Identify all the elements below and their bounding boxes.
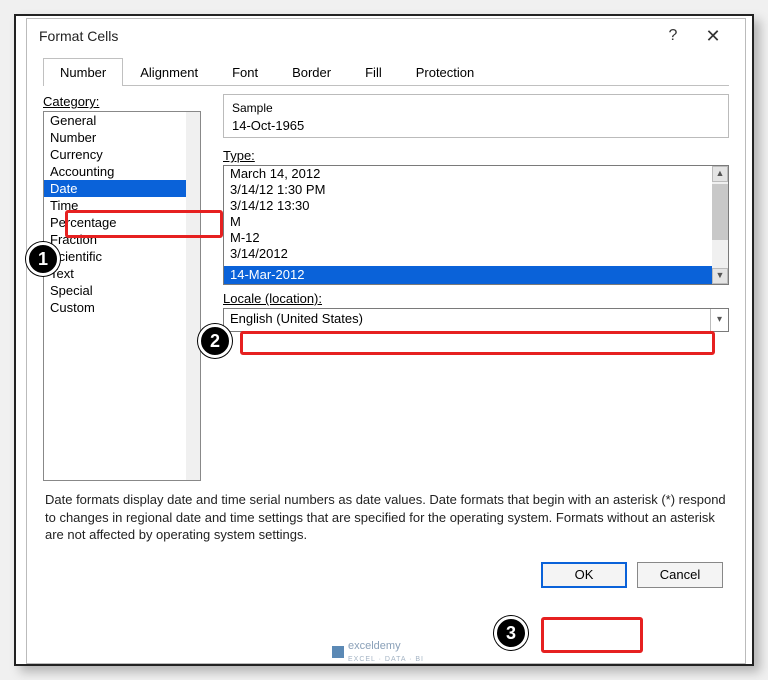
category-item-fraction[interactable]: Fraction — [44, 231, 200, 248]
category-item-percentage[interactable]: Percentage — [44, 214, 200, 231]
callout-badge-1: 1 — [26, 242, 60, 276]
callout-badge-3: 3 — [494, 616, 528, 650]
category-item-text[interactable]: Text — [44, 265, 200, 282]
scroll-down-icon[interactable]: ▼ — [712, 268, 728, 284]
close-button[interactable]: ✕ — [693, 26, 733, 47]
category-item-custom[interactable]: Custom — [44, 299, 200, 316]
watermark: exceldemy EXCEL · DATA · BI — [332, 640, 424, 664]
sample-group: Sample 14-Oct-1965 — [223, 94, 729, 138]
cancel-button[interactable]: Cancel — [637, 562, 723, 588]
category-item-date[interactable]: Date — [44, 180, 200, 197]
category-item-special[interactable]: Special — [44, 282, 200, 299]
scroll-up-icon[interactable]: ▲ — [712, 166, 728, 182]
titlebar: Format Cells ? ✕ — [27, 19, 745, 53]
type-item[interactable]: March 14, 2012 — [224, 166, 728, 182]
callout-badge-2: 2 — [198, 324, 232, 358]
tab-number[interactable]: Number — [43, 58, 123, 86]
tab-strip: Number Alignment Font Border Fill Protec… — [43, 57, 729, 86]
watermark-sub: EXCEL · DATA · BI — [348, 656, 424, 663]
category-item-scientific[interactable]: Scientific — [44, 248, 200, 265]
type-scrollbar[interactable]: ▲ ▼ — [712, 166, 728, 284]
category-item-general[interactable]: General — [44, 112, 200, 129]
category-item-accounting[interactable]: Accounting — [44, 163, 200, 180]
tab-alignment[interactable]: Alignment — [123, 58, 215, 86]
description-text: Date formats display date and time seria… — [43, 481, 729, 562]
type-item-selected[interactable]: 14-Mar-2012 — [224, 266, 712, 284]
watermark-icon — [332, 646, 344, 658]
tab-fill[interactable]: Fill — [348, 58, 399, 86]
help-button[interactable]: ? — [653, 27, 693, 45]
type-item[interactable]: M — [224, 214, 728, 230]
type-item[interactable]: M-12 — [224, 230, 728, 246]
type-label: Type: — [223, 148, 729, 163]
category-scrollbar[interactable] — [186, 112, 200, 480]
ok-button[interactable]: OK — [541, 562, 627, 588]
category-label: Category: — [43, 94, 211, 109]
category-item-number[interactable]: Number — [44, 129, 200, 146]
locale-select[interactable]: English (United States) ▾ — [223, 308, 729, 332]
locale-value: English (United States) — [230, 311, 363, 326]
watermark-name: exceldemy — [348, 640, 401, 652]
type-item[interactable]: 3/14/12 1:30 PM — [224, 182, 728, 198]
dialog-title: Format Cells — [39, 28, 118, 44]
category-item-currency[interactable]: Currency — [44, 146, 200, 163]
category-item-time[interactable]: Time — [44, 197, 200, 214]
format-cells-dialog: Format Cells ? ✕ Number Alignment Font B… — [26, 18, 746, 664]
sample-value: 14-Oct-1965 — [232, 118, 720, 133]
tab-font[interactable]: Font — [215, 58, 275, 86]
type-item[interactable]: 3/14/2012 — [224, 246, 728, 262]
locale-label: Locale (location): — [223, 291, 729, 306]
chevron-down-icon[interactable]: ▾ — [710, 309, 728, 331]
type-list[interactable]: March 14, 2012 3/14/12 1:30 PM 3/14/12 1… — [223, 165, 729, 285]
sample-label: Sample — [232, 101, 720, 115]
category-list[interactable]: General Number Currency Accounting Date … — [43, 111, 201, 481]
scroll-thumb[interactable] — [712, 184, 728, 240]
tab-protection[interactable]: Protection — [399, 58, 492, 86]
type-item[interactable]: 3/14/12 13:30 — [224, 198, 728, 214]
tab-border[interactable]: Border — [275, 58, 348, 86]
